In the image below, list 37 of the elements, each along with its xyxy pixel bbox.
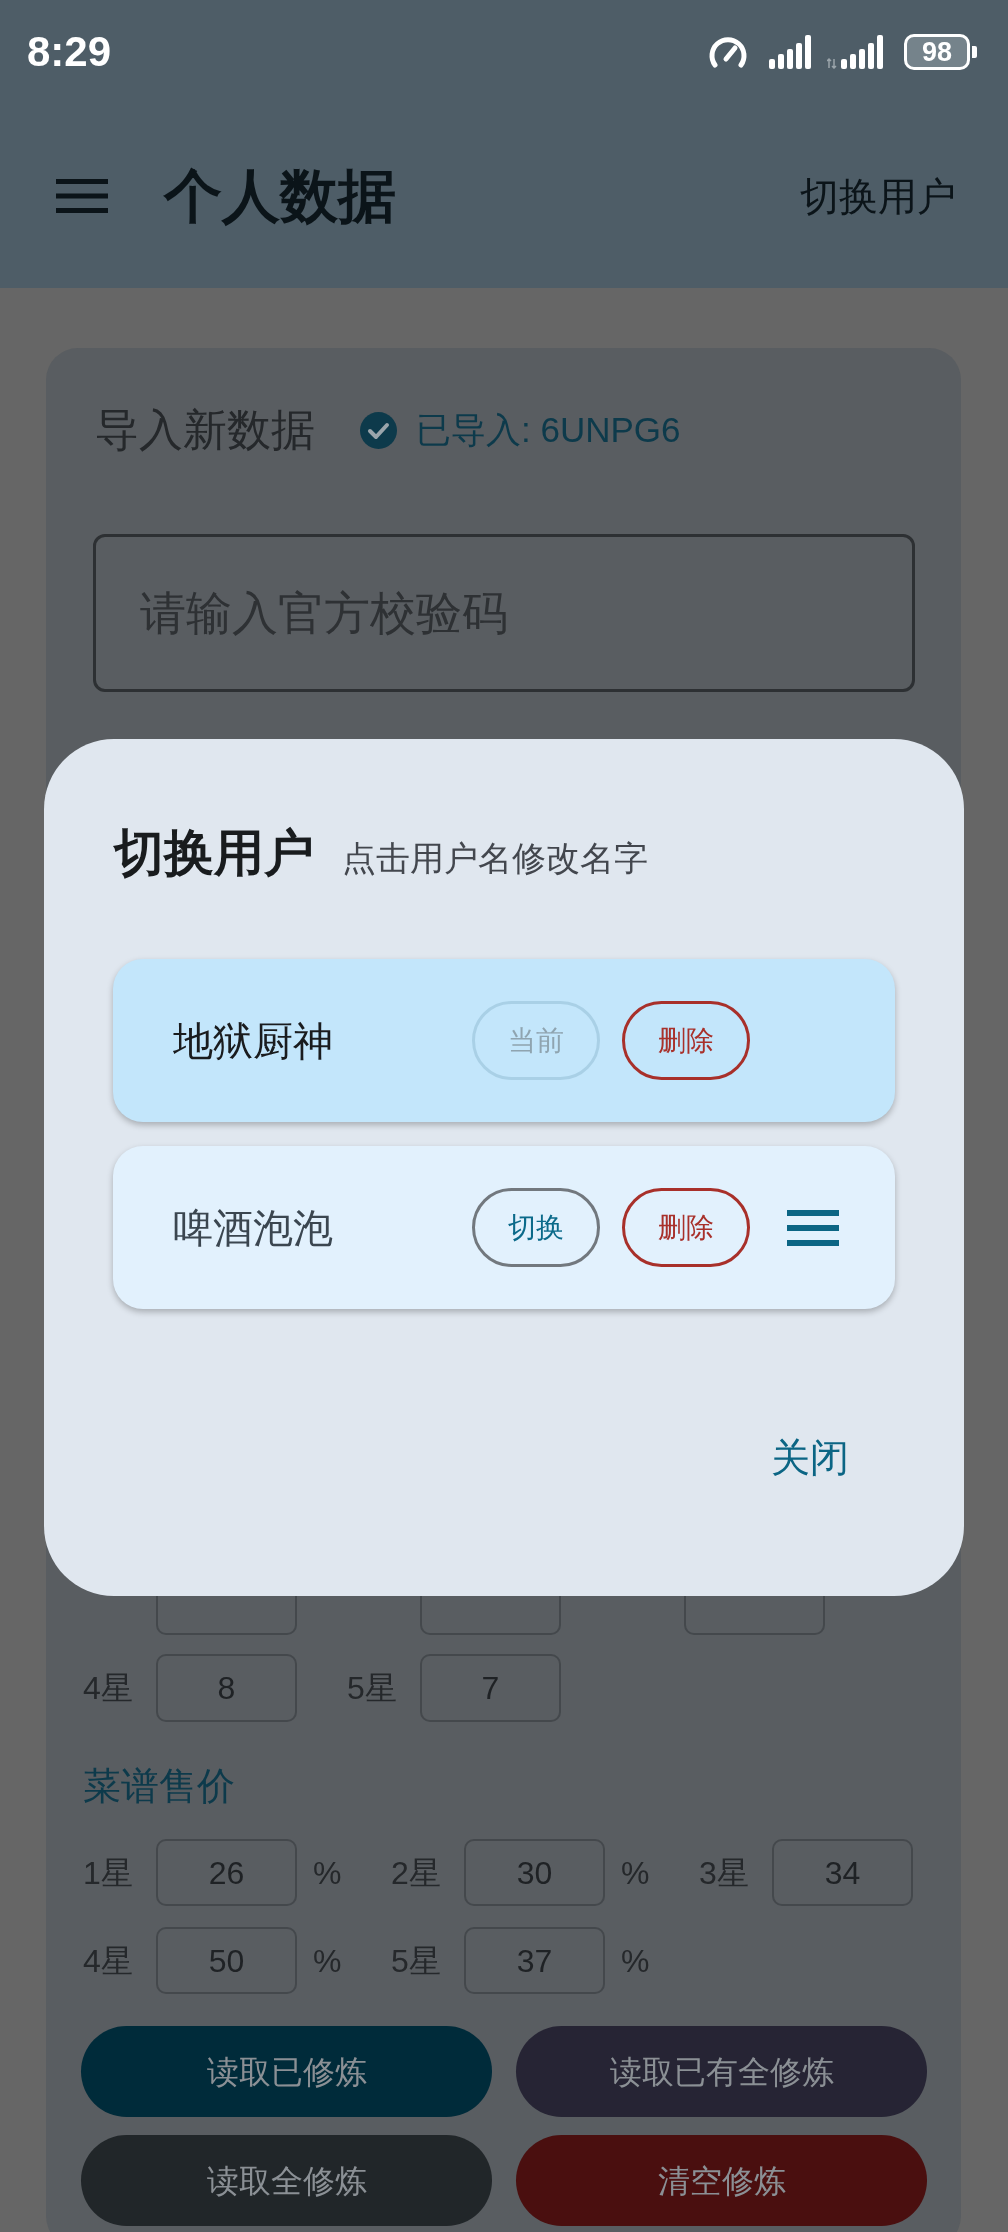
delete-button[interactable]: 删除: [622, 1001, 750, 1080]
count-field[interactable]: 8: [156, 1654, 297, 1722]
signal-icon: [769, 35, 813, 69]
price-field[interactable]: 50: [156, 1927, 297, 1994]
user-card[interactable]: 地狱厨神 当前 删除: [113, 959, 895, 1122]
dialog-title: 切换用户: [114, 824, 314, 883]
menu-icon[interactable]: [56, 179, 108, 213]
drag-handle-icon[interactable]: [787, 1209, 839, 1246]
dialog-subtitle: 点击用户名修改名字: [342, 838, 648, 879]
user-name[interactable]: 啤酒泡泡: [173, 1197, 333, 1258]
action-button[interactable]: 读取全修炼: [81, 2135, 492, 2226]
price-field[interactable]: 37: [464, 1927, 605, 1994]
speedometer-icon: [708, 35, 748, 69]
battery-level-text: 98: [921, 38, 952, 66]
close-button[interactable]: 关闭: [755, 1425, 865, 1492]
price-field[interactable]: 34: [772, 1839, 913, 1906]
delete-button[interactable]: 删除: [622, 1188, 750, 1267]
count-field[interactable]: 7: [420, 1654, 561, 1722]
percent-unit: %: [621, 1853, 650, 1893]
switch-user-button[interactable]: 切换用户: [800, 176, 956, 216]
section-heading: 菜谱售价: [83, 1764, 236, 1809]
user-card[interactable]: 啤酒泡泡 切换 删除: [113, 1146, 895, 1309]
battery-terminal-icon: [972, 46, 977, 58]
current-user-button: 当前: [472, 1001, 600, 1080]
user-name[interactable]: 地狱厨神: [173, 1010, 333, 1071]
app-bar-title: 个人数据: [164, 167, 396, 225]
percent-unit: %: [313, 1941, 342, 1981]
status-time: 8:29: [27, 31, 112, 73]
action-button[interactable]: 读取已修炼: [81, 2026, 492, 2117]
percent-unit: %: [621, 1941, 650, 1981]
import-status-text: 已导入: 6UNPG6: [416, 408, 681, 451]
action-button[interactable]: 读取已有全修炼: [516, 2026, 927, 2117]
percent-unit: %: [313, 1853, 342, 1893]
action-button[interactable]: 清空修炼: [516, 2135, 927, 2226]
switch-button[interactable]: 切换: [472, 1188, 600, 1267]
price-field[interactable]: 30: [464, 1839, 605, 1906]
price-field[interactable]: 26: [156, 1839, 297, 1906]
